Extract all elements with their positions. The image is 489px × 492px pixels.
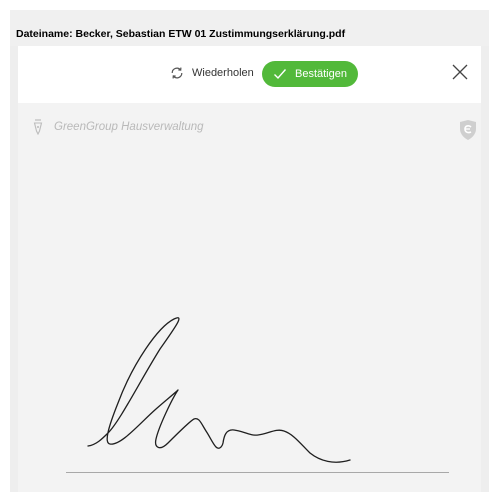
right-border [481,46,489,492]
close-icon [452,64,468,80]
refresh-icon [171,67,183,79]
signature-dialog: Dateiname: Becker, Sebastian ETW 01 Zust… [0,0,489,492]
signature-canvas[interactable]: GreenGroup Hausverwaltung [18,103,481,492]
retry-label: Wiederholen [192,67,254,79]
signature-toolbar: Wiederholen Bestätigen [18,46,481,103]
filename-label: Dateiname: Becker, Sebastian ETW 01 Zust… [10,10,489,46]
signature-baseline [66,472,449,473]
retry-button[interactable]: Wiederholen [170,62,254,84]
confirm-button[interactable]: Bestätigen [262,61,358,87]
left-border [10,46,18,492]
close-button[interactable] [450,62,470,82]
check-icon [274,69,287,80]
handwritten-signature [87,317,351,463]
confirm-label: Bestätigen [295,68,347,80]
